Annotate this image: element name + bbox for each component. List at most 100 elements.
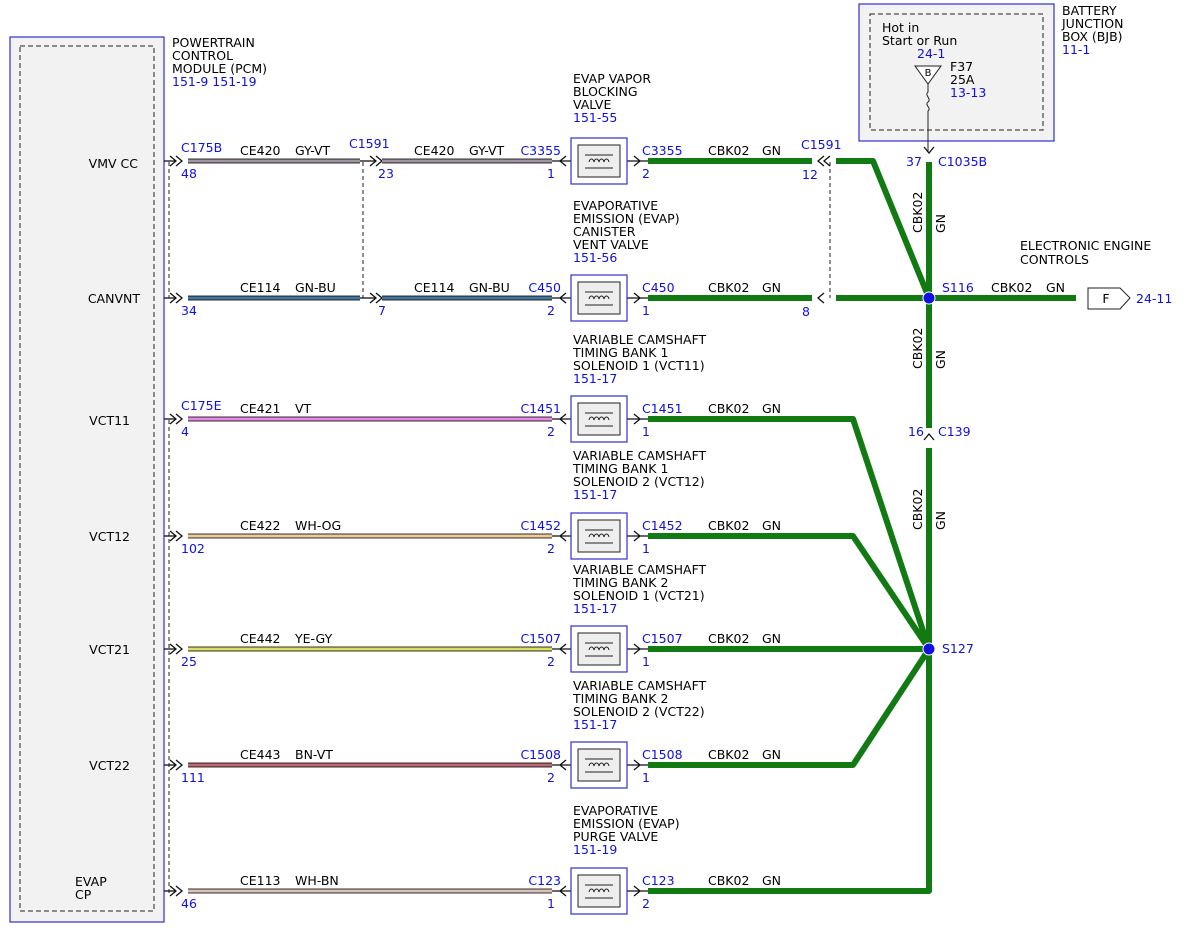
trunk-connector-arrows xyxy=(816,146,935,441)
comp-conn-in-r4[interactable]: C1452 xyxy=(520,518,561,533)
trunk-seg3-circuit: CBK02 xyxy=(910,489,925,530)
c1035b-conn[interactable]: C1035B xyxy=(938,154,987,169)
comp-conn-out-r5[interactable]: C1507 xyxy=(642,631,683,646)
comp-conn-in-r3[interactable]: C1451 xyxy=(520,401,561,416)
s127-label[interactable]: S127 xyxy=(942,641,974,656)
color-code-r5: YE-GY xyxy=(294,631,333,646)
comp-conn-out-r6[interactable]: C1508 xyxy=(642,747,683,762)
comp-conn-in-r2[interactable]: C450 xyxy=(528,280,561,295)
circuit2-r2: CE114 xyxy=(414,280,455,295)
comp-conn-out-r2[interactable]: C450 xyxy=(642,280,675,295)
comp-pin-out-r5: 1 xyxy=(642,654,650,669)
svg-text:B: B xyxy=(925,68,932,79)
gnd-color-r7: GN xyxy=(762,873,781,888)
c139-pin: 16 xyxy=(908,424,924,439)
s116-label[interactable]: S116 xyxy=(942,280,974,295)
splice-s127[interactable] xyxy=(922,642,936,656)
gnd-circuit-r1: CBK02 xyxy=(708,143,749,158)
circuit-r1: CE420 xyxy=(240,143,281,158)
pcm-conn-r3[interactable]: C175E xyxy=(181,398,222,413)
circuit-r6: CE443 xyxy=(240,747,281,762)
pin-vct21: VCT21 xyxy=(89,642,130,657)
pcm-refs[interactable]: 151-9 151-19 xyxy=(172,74,257,89)
fuse-ref[interactable]: 13-13 xyxy=(950,85,986,100)
comp-conn-out-r4[interactable]: C1452 xyxy=(642,518,683,533)
gnd-circuit-r4: CBK02 xyxy=(708,518,749,533)
comp-pin-in-r7: 1 xyxy=(547,896,555,911)
gnd-color-r4: GN xyxy=(762,518,781,533)
color-code-r4: WH-OG xyxy=(295,518,341,533)
comp-conn-in-r6[interactable]: C1508 xyxy=(520,747,561,762)
comp-pin-out-r6: 1 xyxy=(642,770,650,785)
component-ref-r4[interactable]: 151-17 xyxy=(573,487,617,502)
comp-pin-in-r3: 2 xyxy=(547,424,555,439)
comp-pin-out-r3: 1 xyxy=(642,424,650,439)
circuit-rows: EVAP VAPORBLOCKINGVALVE151-55C175B48CE42… xyxy=(164,71,842,915)
pin-canvnt: CANVNT xyxy=(88,291,141,306)
end-pin-r1: 12 xyxy=(802,167,818,182)
gnd-color-r1: GN xyxy=(762,143,781,158)
bjb-ref[interactable]: 11-1 xyxy=(1062,42,1090,57)
pin-vct12: VCT12 xyxy=(89,529,130,544)
color-code-r6: BN-VT xyxy=(295,747,333,762)
eec-ref[interactable]: 24-11 xyxy=(1136,291,1172,306)
eec-title-line1: ELECTRONIC ENGINE xyxy=(1020,238,1151,253)
pcm-pin-r3: 4 xyxy=(181,424,189,439)
comp-pin-in-r2: 2 xyxy=(547,303,555,318)
bjb-hot-ref[interactable]: 24-1 xyxy=(917,46,945,61)
inline-conn-r1[interactable]: C1591 xyxy=(349,136,390,151)
component-ref-r1[interactable]: 151-55 xyxy=(573,110,617,125)
gnd-circuit-r7: CBK02 xyxy=(708,873,749,888)
comp-conn-out-r3[interactable]: C1451 xyxy=(642,401,683,416)
pcm-pin-r2: 34 xyxy=(181,303,197,318)
wiring-diagram: POWERTRAIN CONTROL MODULE (PCM) 151-9 15… xyxy=(9,3,1172,923)
comp-conn-out-r7[interactable]: C123 xyxy=(642,873,675,888)
comp-pin-in-r1: 1 xyxy=(547,166,555,181)
gnd-color-r6: GN xyxy=(762,747,781,762)
component-ref-r5[interactable]: 151-17 xyxy=(573,601,617,616)
splice-s116[interactable] xyxy=(922,291,936,305)
circuit-r3: CE421 xyxy=(240,401,281,416)
comp-conn-out-r1[interactable]: C3355 xyxy=(642,143,683,158)
component-ref-r3[interactable]: 151-17 xyxy=(573,371,617,386)
comp-conn-in-r1[interactable]: C3355 xyxy=(520,143,561,158)
eec-out-circuit: CBK02 xyxy=(991,280,1032,295)
eec-out-color: GN xyxy=(1046,280,1065,295)
end-conn-r1[interactable]: C1591 xyxy=(801,137,842,152)
gnd-circuit-r6: CBK02 xyxy=(708,747,749,762)
component-ref-r2[interactable]: 151-56 xyxy=(573,250,617,265)
eec-title-line2: CONTROLS xyxy=(1020,252,1089,267)
pcm-pin-r1: 48 xyxy=(181,166,197,181)
eec-arrow-icon[interactable]: F xyxy=(1087,287,1131,310)
comp-conn-in-r7[interactable]: C123 xyxy=(528,873,561,888)
trunk-seg2-color: GN xyxy=(933,350,948,369)
color-code-r3: VT xyxy=(295,401,312,416)
gnd-circuit-r5: CBK02 xyxy=(708,631,749,646)
color-code-r2: GN-BU xyxy=(295,280,336,295)
component-ref-r7[interactable]: 151-19 xyxy=(573,842,617,857)
pin-vmv-cc: VMV CC xyxy=(89,156,139,171)
pcm-module[interactable] xyxy=(9,36,165,923)
comp-pin-out-r2: 1 xyxy=(642,303,650,318)
gnd-color-r3: GN xyxy=(762,401,781,416)
gnd-color-r2: GN xyxy=(762,280,781,295)
comp-pin-out-r4: 1 xyxy=(642,541,650,556)
component-ref-r6[interactable]: 151-17 xyxy=(573,717,617,732)
circuit2-r1: CE420 xyxy=(414,143,455,158)
comp-conn-in-r5[interactable]: C1507 xyxy=(520,631,561,646)
circuit-r4: CE422 xyxy=(240,518,281,533)
svg-text:F: F xyxy=(1102,291,1109,306)
trunk-seg1-color: GN xyxy=(933,214,948,233)
comp-pin-in-r4: 2 xyxy=(547,541,555,556)
pin-vct11: VCT11 xyxy=(89,413,130,428)
color-code2-r2: GN-BU xyxy=(469,280,510,295)
pin-vct22: VCT22 xyxy=(89,758,130,773)
comp-pin-out-r1: 2 xyxy=(642,166,650,181)
comp-pin-in-r6: 2 xyxy=(547,770,555,785)
color-code2-r1: GY-VT xyxy=(469,143,505,158)
c139-conn[interactable]: C139 xyxy=(938,424,971,439)
pin-evap-cp-2: CP xyxy=(75,887,92,902)
gnd-color-r5: GN xyxy=(762,631,781,646)
pcm-conn-r1[interactable]: C175B xyxy=(181,140,222,155)
pcm-pin-r5: 25 xyxy=(181,654,197,669)
